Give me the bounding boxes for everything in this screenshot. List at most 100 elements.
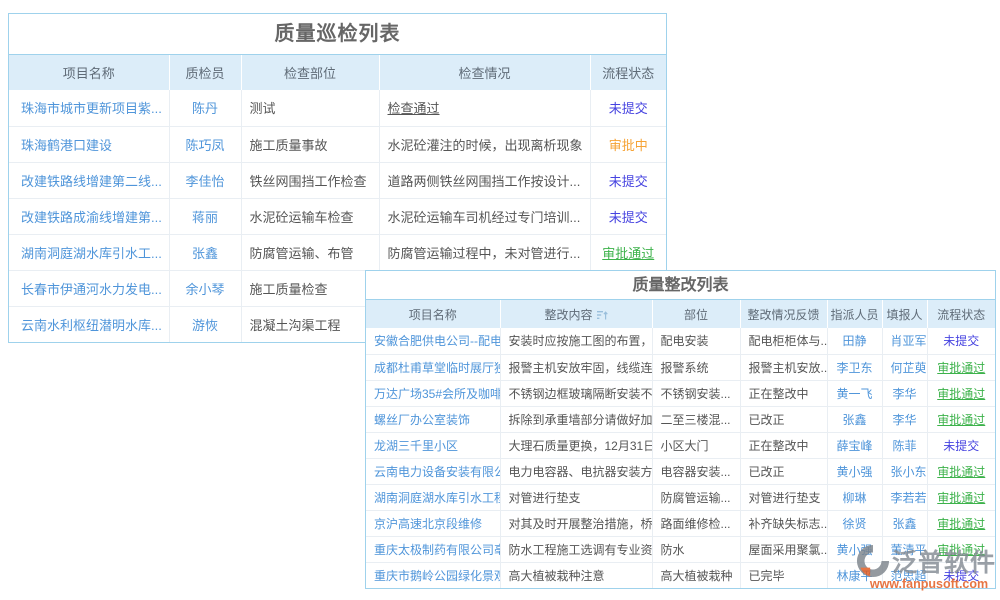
rectify-cell-status[interactable]: 审批通过 bbox=[927, 354, 995, 380]
rectify-cell-project[interactable]: 重庆太极制药有限公司亳州中... bbox=[366, 536, 500, 562]
inspection-cell-inspector[interactable]: 蒋丽 bbox=[169, 198, 241, 234]
inspection-cell-project[interactable]: 改建铁路线增建第二线... bbox=[9, 162, 169, 198]
inspection-cell-project[interactable]: 湖南洞庭湖水库引水工... bbox=[9, 234, 169, 270]
rectify-table-row: 安徽合肥供电公司--配电设备...安装时应按施工图的布置，将...配电安装配电柜… bbox=[366, 328, 995, 354]
rectify-cell-project[interactable]: 成都杜甫草堂临时展厅独立展... bbox=[366, 354, 500, 380]
inspection-cell-inspector[interactable]: 李佳怡 bbox=[169, 162, 241, 198]
rectify-col-header-0: 项目名称 bbox=[366, 300, 500, 328]
rectify-cell-assignee[interactable]: 薛宝峰 bbox=[827, 432, 882, 458]
inspection-cell-part: 铁丝网围挡工作检查 bbox=[241, 162, 379, 198]
inspection-col-header-1: 质检员 bbox=[169, 55, 241, 90]
rectify-cell-feedback: 正在整改中 bbox=[740, 380, 827, 406]
rectify-cell-part: 二至三楼混... bbox=[652, 406, 740, 432]
rectify-cell-status[interactable]: 审批通过 bbox=[927, 484, 995, 510]
rectify-table-row: 成都杜甫草堂临时展厅独立展...报警主机安放牢固，线缆连接...报警系统报警主机… bbox=[366, 354, 995, 380]
rectify-cell-project[interactable]: 螺丝厂办公室装饰 bbox=[366, 406, 500, 432]
rectify-cell-assignee[interactable]: 柳琳 bbox=[827, 484, 882, 510]
inspection-col-header-3: 检查情况 bbox=[379, 55, 590, 90]
inspection-cell-project[interactable]: 云南水利枢纽潜明水库... bbox=[9, 306, 169, 342]
rectify-cell-status[interactable]: 审批通过 bbox=[927, 536, 995, 562]
inspection-table-title: 质量巡检列表 bbox=[9, 14, 666, 55]
rectify-cell-filler[interactable]: 张鑫 bbox=[882, 510, 927, 536]
rectify-cell-content: 高大植被栽种注意 bbox=[500, 562, 652, 588]
rectify-cell-feedback: 对管进行垫支 bbox=[740, 484, 827, 510]
rectify-table-head: 项目名称整改内容部位整改情况反馈指派人员填报人流程状态 bbox=[366, 300, 995, 328]
rectify-cell-project[interactable]: 云南电力设备安装有限公司20... bbox=[366, 458, 500, 484]
rectify-cell-filler[interactable]: 李华 bbox=[882, 406, 927, 432]
rectify-cell-part: 防腐管运输... bbox=[652, 484, 740, 510]
inspection-cell-part: 防腐管运输、布管 bbox=[241, 234, 379, 270]
inspection-cell-status[interactable]: 未提交 bbox=[590, 198, 666, 234]
rectify-cell-status[interactable]: 未提交 bbox=[927, 562, 995, 588]
rectify-cell-project[interactable]: 安徽合肥供电公司--配电设备... bbox=[366, 328, 500, 354]
rectify-table-row: 京沪高速北京段维修对其及时开展整治措施，桥头...路面维修检...补齐缺失标志.… bbox=[366, 510, 995, 536]
rectify-cell-assignee[interactable]: 田静 bbox=[827, 328, 882, 354]
inspection-cell-status[interactable]: 审批中 bbox=[590, 126, 666, 162]
inspection-cell-inspector[interactable]: 张鑫 bbox=[169, 234, 241, 270]
rectify-cell-assignee[interactable]: 李卫东 bbox=[827, 354, 882, 380]
rectify-cell-feedback: 报警主机安放... bbox=[740, 354, 827, 380]
rectify-cell-content: 大理石质量更换，12月31日之... bbox=[500, 432, 652, 458]
rectify-cell-filler[interactable]: 李华 bbox=[882, 380, 927, 406]
rectify-cell-filler[interactable]: 李若若 bbox=[882, 484, 927, 510]
inspection-cell-inspector[interactable]: 陈丹 bbox=[169, 90, 241, 126]
inspection-table-row: 湖南洞庭湖水库引水工...张鑫防腐管运输、布管防腐管运输过程中，未对管进行...… bbox=[9, 234, 666, 270]
rectify-cell-status[interactable]: 审批通过 bbox=[927, 458, 995, 484]
rectify-cell-content: 对其及时开展整治措施，桥头... bbox=[500, 510, 652, 536]
inspection-cell-project[interactable]: 珠海市城市更新项目紫... bbox=[9, 90, 169, 126]
rectify-cell-project[interactable]: 万达广场35#会所及咖啡厅空... bbox=[366, 380, 500, 406]
inspection-col-header-0: 项目名称 bbox=[9, 55, 169, 90]
inspection-cell-situation: 检查通过 bbox=[379, 90, 590, 126]
rectify-cell-part: 报警系统 bbox=[652, 354, 740, 380]
inspection-cell-project[interactable]: 改建铁路成渝线增建第... bbox=[9, 198, 169, 234]
rectify-cell-status[interactable]: 未提交 bbox=[927, 328, 995, 354]
inspection-cell-project[interactable]: 珠海鹤港口建设 bbox=[9, 126, 169, 162]
rectify-table-body: 安徽合肥供电公司--配电设备...安装时应按施工图的布置，将...配电安装配电柜… bbox=[366, 328, 995, 588]
rectify-cell-project[interactable]: 龙湖三千里小区 bbox=[366, 432, 500, 458]
rectify-cell-status[interactable]: 审批通过 bbox=[927, 406, 995, 432]
rectify-cell-project[interactable]: 湖南洞庭湖水库引水工程施工标 bbox=[366, 484, 500, 510]
inspection-table-row: 改建铁路成渝线增建第...蒋丽水泥砼运输车检查水泥砼运输车司机经过专门培训...… bbox=[9, 198, 666, 234]
rectify-cell-content: 不锈钢边框玻璃隔断安装不牢... bbox=[500, 380, 652, 406]
rectify-col-header-1[interactable]: 整改内容 bbox=[500, 300, 652, 328]
rectify-cell-filler[interactable]: 何芷萸 bbox=[882, 354, 927, 380]
rectify-cell-status[interactable]: 未提交 bbox=[927, 432, 995, 458]
rectify-cell-assignee[interactable]: 黄小强 bbox=[827, 536, 882, 562]
rectify-cell-feedback: 配电柜柜体与... bbox=[740, 328, 827, 354]
rectify-cell-part: 高大植被栽种 bbox=[652, 562, 740, 588]
rectify-cell-assignee[interactable]: 黄小强 bbox=[827, 458, 882, 484]
inspection-cell-situation: 水泥砼灌注的时候，出现离析现象 bbox=[379, 126, 590, 162]
rectify-cell-assignee[interactable]: 徐贤 bbox=[827, 510, 882, 536]
inspection-cell-status[interactable]: 审批通过 bbox=[590, 234, 666, 270]
rectify-cell-assignee[interactable]: 黄一飞 bbox=[827, 380, 882, 406]
inspection-cell-inspector[interactable]: 余小琴 bbox=[169, 270, 241, 306]
rectify-table-row: 螺丝厂办公室装饰拆除到承重墙部分请做好加固...二至三楼混...已改正张鑫李华审… bbox=[366, 406, 995, 432]
rectify-cell-part: 不锈钢安装... bbox=[652, 380, 740, 406]
inspection-cell-status[interactable]: 未提交 bbox=[590, 90, 666, 126]
rectify-cell-project[interactable]: 京沪高速北京段维修 bbox=[366, 510, 500, 536]
inspection-cell-status[interactable]: 未提交 bbox=[590, 162, 666, 198]
inspection-cell-inspector[interactable]: 游恢 bbox=[169, 306, 241, 342]
rectify-cell-filler[interactable]: 陈菲 bbox=[882, 432, 927, 458]
inspection-cell-inspector[interactable]: 陈巧凤 bbox=[169, 126, 241, 162]
rectify-cell-assignee[interactable]: 林康平 bbox=[827, 562, 882, 588]
inspection-col-header-2: 检查部位 bbox=[241, 55, 379, 90]
rectify-cell-part: 配电安装 bbox=[652, 328, 740, 354]
rectify-table-row: 重庆市鹅岭公园绿化景观提升...高大植被栽种注意高大植被栽种已完毕林康平范思超未… bbox=[366, 562, 995, 588]
rectify-cell-feedback: 屋面采用聚氯... bbox=[740, 536, 827, 562]
rectify-cell-project[interactable]: 重庆市鹅岭公园绿化景观提升... bbox=[366, 562, 500, 588]
rectify-cell-filler[interactable]: 肖亚军 bbox=[882, 328, 927, 354]
rectify-cell-filler[interactable]: 董清平 bbox=[882, 536, 927, 562]
rectify-table: 项目名称整改内容部位整改情况反馈指派人员填报人流程状态 安徽合肥供电公司--配电… bbox=[366, 300, 995, 588]
rectify-cell-content: 安装时应按施工图的布置，将... bbox=[500, 328, 652, 354]
rectify-cell-assignee[interactable]: 张鑫 bbox=[827, 406, 882, 432]
rectify-cell-content: 拆除到承重墙部分请做好加固... bbox=[500, 406, 652, 432]
inspection-cell-situation: 防腐管运输过程中，未对管进行... bbox=[379, 234, 590, 270]
rectify-cell-status[interactable]: 审批通过 bbox=[927, 380, 995, 406]
inspection-cell-project[interactable]: 长春市伊通河水力发电... bbox=[9, 270, 169, 306]
rectify-cell-filler[interactable]: 范思超 bbox=[882, 562, 927, 588]
rectify-cell-status[interactable]: 审批通过 bbox=[927, 510, 995, 536]
rectify-cell-filler[interactable]: 张小东 bbox=[882, 458, 927, 484]
rectify-table-title: 质量整改列表 bbox=[366, 271, 995, 300]
rectify-table-row: 万达广场35#会所及咖啡厅空...不锈钢边框玻璃隔断安装不牢...不锈钢安装..… bbox=[366, 380, 995, 406]
